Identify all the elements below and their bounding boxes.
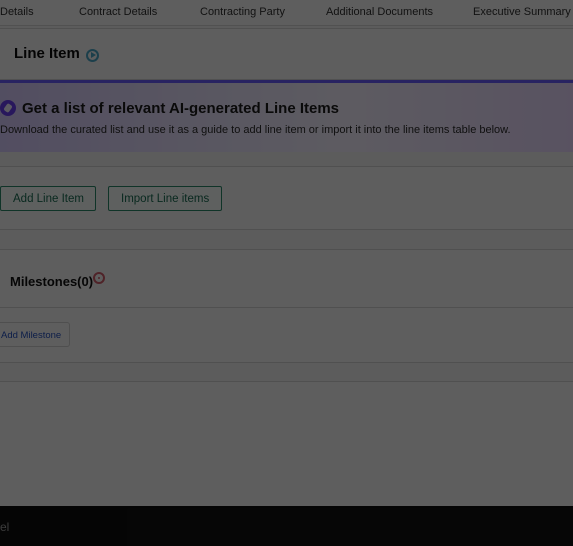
tab-details[interactable]: Details	[0, 6, 34, 18]
ai-banner-title: Get a list of relevant AI-generated Line…	[22, 100, 340, 117]
ai-banner-subtitle: Download the curated list and use it as …	[0, 124, 511, 136]
add-line-item-button[interactable]: Add Line Item	[0, 186, 96, 211]
line-item-header: Line Item	[0, 28, 573, 80]
import-line-items-button[interactable]: Import Line items	[108, 186, 222, 211]
play-circle-icon[interactable]	[86, 49, 99, 62]
ai-line-items-banner: Get a list of relevant AI-generated Line…	[0, 80, 573, 152]
bottom-bar-text[interactable]: el	[0, 520, 9, 534]
milestones-header: Milestones(0)	[0, 249, 573, 309]
milestone-status-icon[interactable]	[93, 272, 105, 284]
tab-executive-summary[interactable]: Executive Summary	[473, 6, 571, 18]
tab-contracting-party[interactable]: Contracting Party	[200, 6, 285, 18]
tab-contract-details[interactable]: Contract Details	[79, 6, 157, 18]
empty-content-area	[0, 381, 573, 507]
tab-additional-documents[interactable]: Additional Documents	[326, 6, 433, 18]
milestones-title: Milestones(0)	[10, 274, 94, 289]
ai-spark-icon	[0, 100, 16, 116]
bottom-bar: el	[0, 506, 573, 546]
line-item-title: Line Item	[14, 45, 80, 62]
top-tabs: Details Contract Details Contracting Par…	[0, 0, 573, 26]
line-item-actions: Add Line Item Import Line items	[0, 166, 573, 230]
add-milestone-button[interactable]: Add Milestone	[0, 322, 71, 347]
milestone-actions: Add Milestone	[0, 307, 573, 363]
page-root: Details Contract Details Contracting Par…	[0, 0, 573, 546]
